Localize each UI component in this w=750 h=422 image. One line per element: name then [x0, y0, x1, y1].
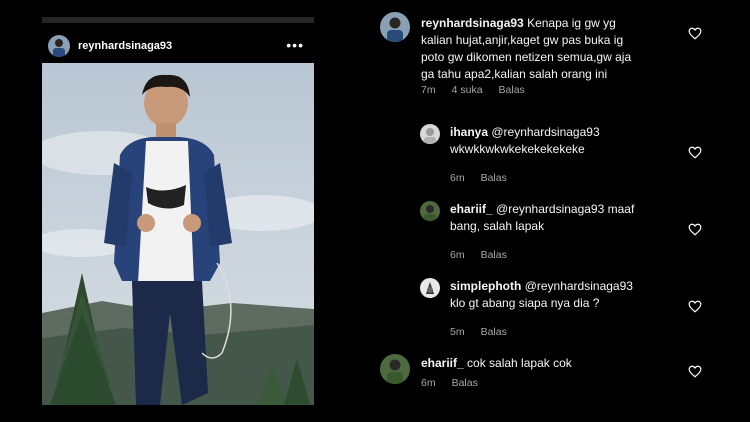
comment-meta: 7m 4 suka Balas: [421, 84, 525, 96]
post-username[interactable]: reynhardsinaga93: [78, 40, 172, 52]
comment-time: 6m: [450, 172, 465, 184]
comment-username[interactable]: ihanya: [450, 125, 488, 139]
comments-list: reynhardsinaga93 Kenapa ig gw yg kalian …: [380, 12, 710, 412]
post-avatar[interactable]: [48, 35, 70, 57]
comment-meta: 6m Balas: [450, 172, 507, 184]
comment-meta: 6m Balas: [421, 377, 478, 389]
comment-line: @reynhardsinaga93 maaf: [496, 202, 635, 216]
comment-item: ehariif_ @reynhardsinaga93 maaf bang, sa…: [420, 201, 710, 261]
reply-button[interactable]: Balas: [452, 377, 478, 389]
comment-line: poto gw dikomen netizen semua,gw aja: [421, 50, 632, 64]
heart-icon[interactable]: [688, 223, 702, 236]
comment-time: 7m: [421, 84, 436, 96]
comment-line: @reynhardsinaga93: [491, 125, 600, 139]
post-panel: reynhardsinaga93 •••: [42, 17, 314, 405]
reply-button[interactable]: Balas: [499, 84, 525, 96]
commenter-avatar[interactable]: [420, 278, 440, 298]
comment-username[interactable]: reynhardsinaga93: [421, 16, 524, 30]
heart-icon[interactable]: [688, 300, 702, 313]
comment-item: ihanya @reynhardsinaga93 wkwkkwkwkekekek…: [420, 124, 710, 184]
photo-illustration: [42, 63, 314, 405]
commenter-avatar[interactable]: [420, 201, 440, 221]
comment-line: wkwkkwkwkekekekekeke: [450, 142, 585, 156]
post-photo: [42, 63, 314, 405]
comment-line: klo gt abang siapa nya dia ?: [450, 296, 600, 310]
heart-icon[interactable]: [688, 146, 702, 159]
comment-username[interactable]: ehariif_: [421, 356, 464, 370]
comment-text: ehariif_ @reynhardsinaga93 maaf bang, sa…: [450, 201, 680, 235]
reply-button[interactable]: Balas: [481, 249, 507, 261]
comment-line: @reynhardsinaga93: [524, 279, 633, 293]
commenter-avatar[interactable]: [380, 12, 410, 42]
comment-likes[interactable]: 4 suka: [452, 84, 483, 96]
comment-text: ihanya @reynhardsinaga93 wkwkkwkwkekekek…: [450, 124, 670, 158]
reply-button[interactable]: Balas: [481, 172, 507, 184]
more-horizontal-icon[interactable]: •••: [286, 37, 304, 53]
comment-username[interactable]: ehariif_: [450, 202, 493, 216]
heart-icon[interactable]: [688, 27, 702, 40]
comment-line: cok salah lapak cok: [467, 356, 572, 370]
top-progress-bar: [42, 17, 314, 23]
comment-line: ga tahu apa2,kalian salah orang ini: [421, 67, 608, 81]
comment-line: bang, salah lapak: [450, 219, 545, 233]
commenter-avatar[interactable]: [380, 354, 410, 384]
comment-text: ehariif_ cok salah lapak cok: [421, 355, 681, 372]
comment-time: 6m: [421, 377, 436, 389]
comment-time: 5m: [450, 326, 465, 338]
comment-username[interactable]: simplephoth: [450, 279, 521, 293]
comment-text: simplephoth @reynhardsinaga93 klo gt aba…: [450, 278, 680, 312]
heart-icon[interactable]: [688, 365, 702, 378]
comment-line: kalian hujat,anjir,kaget gw pas buka ig: [421, 33, 624, 47]
comment-meta: 6m Balas: [450, 249, 507, 261]
comment-item: simplephoth @reynhardsinaga93 klo gt aba…: [420, 278, 710, 338]
comment-item: ehariif_ cok salah lapak cok 6m Balas: [380, 354, 710, 404]
comment-meta: 5m Balas: [450, 326, 507, 338]
comment-time: 6m: [450, 249, 465, 261]
reply-button[interactable]: Balas: [481, 326, 507, 338]
comment-line: Kenapa ig gw yg: [527, 16, 616, 30]
comment-item: reynhardsinaga93 Kenapa ig gw yg kalian …: [380, 12, 710, 102]
post-header: reynhardsinaga93 •••: [42, 31, 314, 61]
comment-text: reynhardsinaga93 Kenapa ig gw yg kalian …: [421, 15, 691, 83]
commenter-avatar[interactable]: [420, 124, 440, 144]
